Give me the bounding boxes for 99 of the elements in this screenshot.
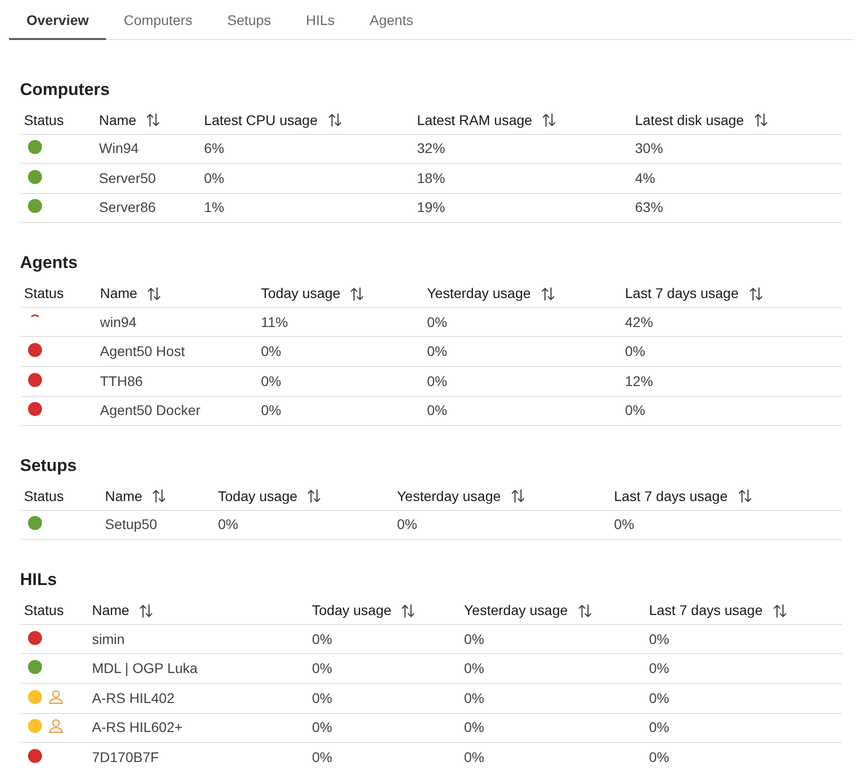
- table-cell: simin: [88, 624, 308, 654]
- column-header[interactable]: Yesterday usage: [397, 486, 501, 507]
- table-cell: 0%: [423, 336, 621, 366]
- table-cell: 0%: [460, 713, 645, 743]
- table-cell: 0%: [393, 510, 610, 540]
- tab[interactable]: Computers: [106, 0, 210, 40]
- table-cell: 0%: [621, 336, 842, 366]
- sort-icon[interactable]: [542, 113, 556, 128]
- sort-icon[interactable]: [754, 113, 768, 128]
- column-header[interactable]: Today usage: [261, 283, 340, 304]
- tab[interactable]: Agents: [352, 0, 431, 40]
- table-cell: 0%: [645, 742, 842, 772]
- table-cell: 0%: [308, 683, 460, 714]
- sort-icon[interactable]: [139, 604, 154, 618]
- table-cell: 0%: [257, 396, 423, 426]
- table-cell: Agent50 Host: [96, 336, 257, 366]
- table-cell: win94: [96, 307, 257, 337]
- table-cell: 63%: [631, 193, 842, 223]
- column-header[interactable]: Yesterday usage: [427, 283, 531, 304]
- column-header[interactable]: Today usage: [312, 600, 392, 621]
- table-cell: 30%: [631, 134, 842, 164]
- table-cell: 0%: [423, 396, 621, 426]
- column-header: Status: [24, 486, 64, 506]
- table-cell: MDL | OGP Luka: [88, 654, 308, 684]
- table-cell: A-RS HIL602+: [88, 713, 308, 743]
- table-cell: 0%: [645, 654, 842, 684]
- table-cell: 0%: [257, 336, 423, 366]
- column-header[interactable]: Latest disk usage: [635, 110, 744, 131]
- section-title: HILs: [20, 569, 57, 592]
- table-cell: A-RS HIL402: [88, 683, 308, 714]
- column-header: Status: [24, 601, 64, 620]
- table-cell: 6%: [200, 134, 413, 164]
- section-title: Setups: [20, 455, 77, 478]
- person-icon: [49, 690, 63, 704]
- table-cell: 7D170B7F: [88, 742, 308, 772]
- table-cell: 12%: [621, 366, 842, 396]
- column-header[interactable]: Name: [92, 600, 130, 621]
- table-cell: 11%: [257, 307, 423, 337]
- table-cell: 0%: [308, 624, 460, 654]
- table-cell: 4%: [631, 164, 842, 194]
- tab[interactable]: Overview: [9, 0, 106, 40]
- column-header[interactable]: Today usage: [218, 486, 298, 507]
- table-cell: 32%: [413, 134, 631, 164]
- column-header[interactable]: Last 7 days usage: [649, 600, 763, 621]
- column-header[interactable]: Name: [100, 283, 138, 304]
- table-cell: 0%: [200, 164, 413, 194]
- sort-icon[interactable]: [146, 113, 160, 128]
- table-cell: 0%: [308, 654, 460, 684]
- sort-icon[interactable]: [772, 604, 787, 618]
- table-cell: 0%: [257, 366, 423, 396]
- sort-icon[interactable]: [328, 113, 342, 128]
- person-icon: [49, 719, 63, 734]
- tab[interactable]: Setups: [210, 0, 288, 40]
- table-cell: 18%: [413, 164, 631, 194]
- table-cell: TTH86: [96, 366, 257, 396]
- sort-icon[interactable]: [350, 286, 364, 301]
- sort-icon[interactable]: [307, 489, 322, 504]
- table-cell: 0%: [645, 713, 842, 743]
- table-cell: 0%: [610, 510, 842, 540]
- table-cell: 0%: [308, 742, 460, 772]
- table-cell: 0%: [460, 624, 645, 654]
- table-cell: Server50: [95, 164, 200, 194]
- sort-icon[interactable]: [510, 489, 525, 504]
- table-cell: 0%: [423, 366, 621, 396]
- table-cell: 0%: [214, 510, 393, 540]
- table-cell: Win94: [95, 134, 200, 164]
- section-title: Agents: [20, 252, 78, 274]
- table-cell: 0%: [460, 654, 645, 684]
- table-cell: 42%: [621, 307, 842, 337]
- column-header[interactable]: Latest CPU usage: [204, 110, 318, 131]
- column-header[interactable]: Last 7 days usage: [625, 283, 739, 304]
- table-cell: 19%: [413, 193, 631, 223]
- table-cell: 0%: [645, 624, 842, 654]
- sort-icon[interactable]: [152, 489, 166, 504]
- table-cell: Setup50: [101, 510, 214, 540]
- table-cell: 0%: [423, 307, 621, 337]
- sort-icon[interactable]: [748, 286, 763, 301]
- sort-icon[interactable]: [578, 604, 592, 618]
- sort-icon[interactable]: [401, 604, 416, 618]
- table-cell: 0%: [621, 396, 842, 426]
- table-cell: 0%: [460, 683, 645, 714]
- table-cell: 1%: [200, 193, 413, 223]
- table-cell: Agent50 Docker: [96, 396, 257, 426]
- section-title: Computers: [20, 79, 110, 101]
- column-header: Status: [24, 284, 64, 304]
- column-header[interactable]: Yesterday usage: [464, 600, 568, 621]
- table-cell: 0%: [460, 742, 645, 772]
- column-header: Status: [24, 110, 64, 130]
- table-cell: 0%: [308, 713, 460, 743]
- sort-icon[interactable]: [540, 286, 555, 301]
- column-header[interactable]: Latest RAM usage: [417, 110, 532, 131]
- table-cell: Server86: [95, 193, 200, 223]
- sort-icon[interactable]: [147, 286, 162, 301]
- column-header[interactable]: Name: [105, 486, 142, 507]
- column-header[interactable]: Last 7 days usage: [614, 486, 728, 507]
- tab[interactable]: HILs: [288, 0, 352, 40]
- column-header[interactable]: Name: [99, 110, 136, 131]
- table-cell: 0%: [645, 683, 842, 714]
- sort-icon[interactable]: [738, 489, 752, 504]
